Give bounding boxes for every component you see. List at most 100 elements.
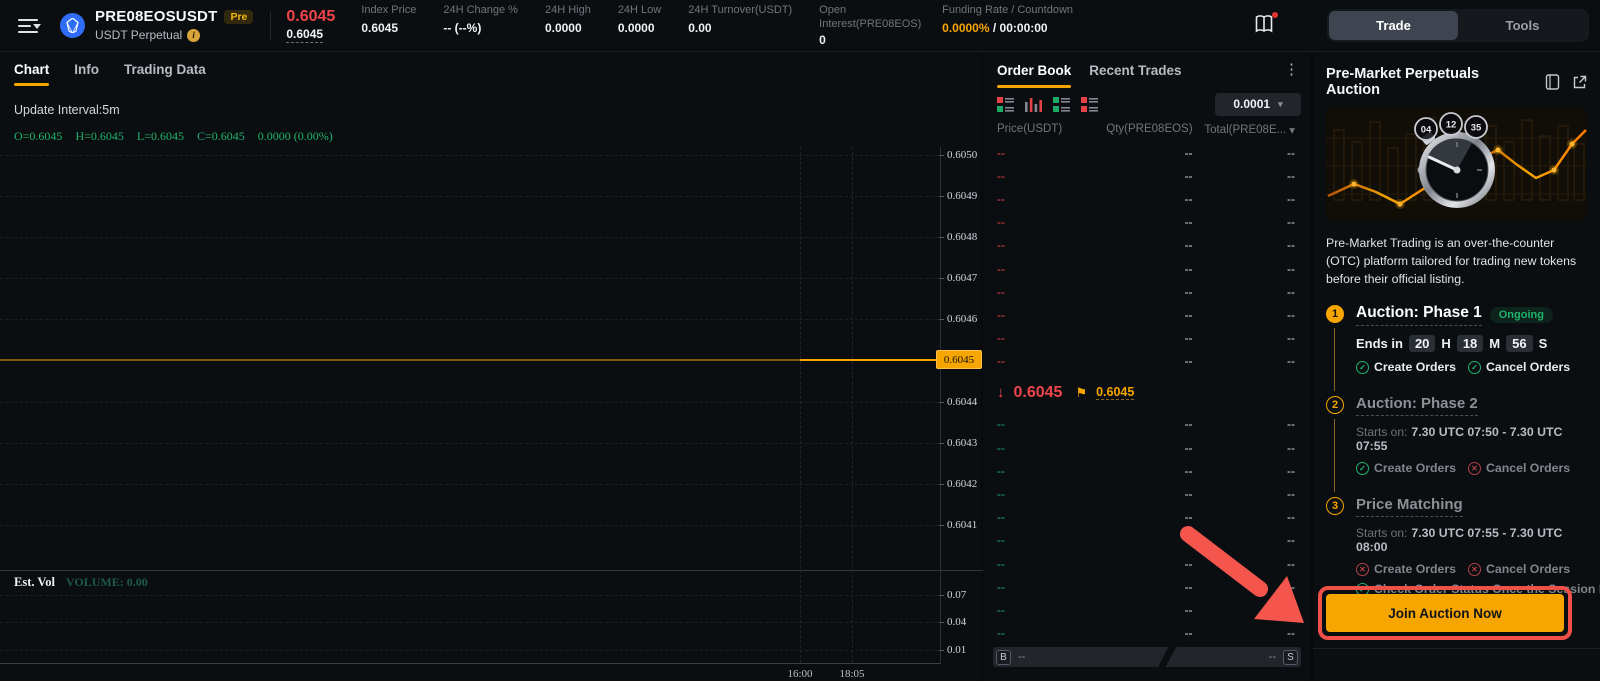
more-options-icon[interactable]: ⋮ xyxy=(1280,60,1303,78)
tab-trade[interactable]: Trade xyxy=(1329,11,1458,40)
gridline xyxy=(0,278,938,279)
view-asks-only-icon[interactable] xyxy=(1081,96,1098,113)
main-menu-button[interactable] xyxy=(18,19,38,33)
join-auction-button[interactable]: Join Auction Now xyxy=(1326,594,1564,632)
auction-phase-3: 3 Price Matching Starts on:7.30 UTC 07:5… xyxy=(1326,496,1587,596)
table-row[interactable]: ------ xyxy=(983,350,1311,373)
tab-trading-data[interactable]: Trading Data xyxy=(124,62,206,86)
col-total[interactable]: Total(PRE08E...▾ xyxy=(1193,123,1295,137)
chart-panel: Chart Info Trading Data Update Interval:… xyxy=(0,52,983,681)
time-axis-line[interactable] xyxy=(0,663,941,664)
orderbook-last-price[interactable]: 0.6045 xyxy=(1014,384,1063,402)
divider xyxy=(1313,648,1600,649)
panel-switcher: Trade Tools xyxy=(1327,9,1589,42)
divider xyxy=(270,12,271,40)
orderbook-toolbar: 0.0001 ▾ xyxy=(983,88,1311,118)
col-qty: Qty(PRE08EOS) xyxy=(1099,123,1192,137)
annotation-highlight-box: Join Auction Now xyxy=(1318,586,1572,640)
sell-label: S xyxy=(1283,650,1298,665)
table-row[interactable]: ------ xyxy=(983,187,1311,210)
table-row[interactable]: ------ xyxy=(983,482,1311,505)
info-icon[interactable]: i xyxy=(187,29,200,42)
chevron-down-icon: ▾ xyxy=(1278,99,1283,110)
funding-separator: / xyxy=(990,21,1000,35)
gridline xyxy=(0,237,938,238)
orderbook-mark-price[interactable]: 0.6045 xyxy=(1096,385,1134,400)
tab-chart[interactable]: Chart xyxy=(14,62,49,86)
mark-price[interactable]: 0.6045 xyxy=(286,28,323,43)
denied-cross-icon: ✕ xyxy=(1468,462,1481,475)
ticker-stats: Index Price 0.6045 24H Change % -- (--%)… xyxy=(361,4,1073,48)
stat-24h-high: 24H High 0.0000 xyxy=(545,4,591,35)
funding-countdown: 00:00:00 xyxy=(1000,21,1048,35)
table-row[interactable]: ------ xyxy=(983,436,1311,459)
table-row[interactable]: ------ xyxy=(983,506,1311,529)
tab-info[interactable]: Info xyxy=(74,62,99,86)
price-axis-line[interactable] xyxy=(940,147,941,663)
table-row[interactable]: ------ xyxy=(983,280,1311,303)
view-depth-icon[interactable] xyxy=(1025,96,1042,113)
denied-cross-icon: ✕ xyxy=(1468,563,1481,576)
table-row[interactable]: ------ xyxy=(983,303,1311,326)
view-both-sides-icon[interactable] xyxy=(997,96,1014,113)
gridline xyxy=(0,595,938,596)
phase-title[interactable]: Auction: Phase 1 xyxy=(1356,304,1482,326)
permission-label: Cancel Orders xyxy=(1486,562,1570,576)
table-row[interactable]: ------ xyxy=(983,211,1311,234)
symbol-block: PRE08EOSUSDT Pre USDT Perpetual i xyxy=(95,8,253,42)
document-icon[interactable] xyxy=(1545,74,1560,90)
chart-tabs: Chart Info Trading Data xyxy=(14,62,206,86)
tab-order-book[interactable]: Order Book xyxy=(997,63,1071,88)
table-row[interactable]: ------ xyxy=(983,529,1311,552)
gridline xyxy=(0,319,938,320)
tab-tools[interactable]: Tools xyxy=(1458,11,1587,40)
price-axis-label: 0.6044 xyxy=(947,396,977,408)
tick-grouping-select[interactable]: 0.0001 ▾ xyxy=(1215,93,1301,116)
volume-axis-label: 0.04 xyxy=(947,616,966,628)
permission-item: ✕Cancel Orders xyxy=(1468,461,1570,475)
table-row[interactable]: ------ xyxy=(983,622,1311,645)
gridline xyxy=(0,525,938,526)
ohlc-readout: O=0.6045 H=0.6045 L=0.6045 C=0.6045 0.00… xyxy=(14,129,333,144)
volume-axis-label: 0.01 xyxy=(947,644,966,656)
phase-permissions: ✓Create Orders ✕Cancel Orders xyxy=(1356,461,1587,475)
phase-schedule: Starts on:7.30 UTC 07:50 - 7.30 UTC 07:5… xyxy=(1356,425,1587,453)
table-row[interactable]: ------ xyxy=(983,327,1311,350)
permission-item: ✓Create Orders xyxy=(1356,461,1456,475)
denied-cross-icon: ✕ xyxy=(1356,563,1369,576)
pre-badge: Pre xyxy=(224,10,253,24)
contract-type: USDT Perpetual xyxy=(95,29,182,43)
stat-24h-change: 24H Change % -- (--%) xyxy=(443,4,518,35)
external-link-icon[interactable] xyxy=(1572,75,1587,90)
phase-permissions: ✓Create Orders✓Cancel Orders xyxy=(1356,360,1587,374)
table-row[interactable]: ------ xyxy=(983,552,1311,575)
coin-logo-icon xyxy=(60,13,85,38)
sell-ratio-value: -- xyxy=(1269,651,1276,663)
table-row[interactable]: ------ xyxy=(983,234,1311,257)
table-row[interactable]: ------ xyxy=(983,141,1311,164)
time-axis-label: 18:05 xyxy=(839,668,864,680)
table-row[interactable]: ------ xyxy=(983,164,1311,187)
table-row[interactable]: ------ xyxy=(983,575,1311,598)
gridline xyxy=(0,196,938,197)
pane-divider[interactable] xyxy=(0,570,983,571)
chart-canvas[interactable]: 0.6045 Est. Vol VOLUME: 0.00 0.60500.604… xyxy=(0,147,983,663)
phase-title[interactable]: Auction: Phase 2 xyxy=(1356,395,1478,416)
allowed-check-icon: ✓ xyxy=(1356,361,1369,374)
view-bids-only-icon[interactable] xyxy=(1053,96,1070,113)
permission-row: ✓Create Orders ✕Cancel Orders xyxy=(1356,461,1587,475)
tab-recent-trades[interactable]: Recent Trades xyxy=(1089,63,1181,88)
orderbook-panel: Order Book Recent Trades ⋮ 0.0001 ▾ Pric… xyxy=(983,52,1313,681)
banner-badge: 12 xyxy=(1446,120,1457,131)
trading-app: PRE08EOSUSDT Pre USDT Perpetual i 0.6045… xyxy=(0,0,1600,681)
table-row[interactable]: ------ xyxy=(983,598,1311,621)
table-row[interactable]: ------ xyxy=(983,459,1311,482)
volume-value: VOLUME: 0.00 xyxy=(66,575,148,590)
table-row[interactable]: ------ xyxy=(983,257,1311,280)
last-price-line-active xyxy=(800,359,939,361)
phase-title[interactable]: Price Matching xyxy=(1356,496,1463,517)
table-row[interactable]: ------ xyxy=(983,413,1311,436)
orderbook-toggle-icon[interactable] xyxy=(1253,13,1277,37)
permission-label: Create Orders xyxy=(1374,562,1456,576)
price-axis-label: 0.6046 xyxy=(947,313,977,325)
